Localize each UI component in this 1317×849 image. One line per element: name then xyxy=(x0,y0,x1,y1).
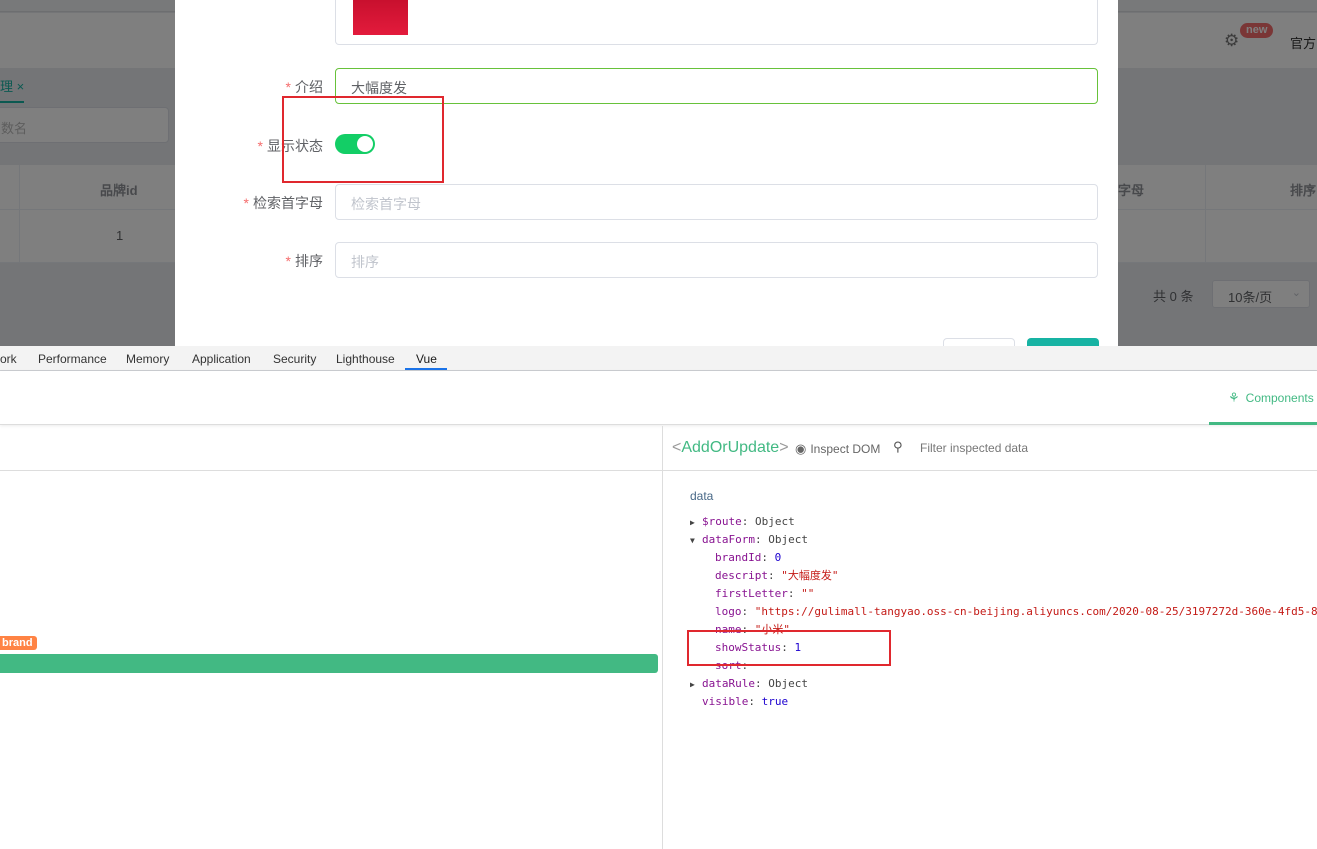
sort-input[interactable]: 排序 xyxy=(335,242,1098,278)
pane-splitter[interactable] xyxy=(662,426,663,849)
expand-arrow-icon[interactable]: ▶ xyxy=(690,676,702,694)
components-tab-underline xyxy=(1209,422,1317,425)
devtools-panel: ork Performance Memory Application Secur… xyxy=(0,346,1317,849)
tab-lighthouse[interactable]: Lighthouse xyxy=(336,352,395,366)
filter-input[interactable]: Filter inspected data xyxy=(920,441,1028,455)
active-tab-underline xyxy=(405,368,447,370)
inspector-header-divider xyxy=(663,470,1317,471)
tab-network[interactable]: ork xyxy=(0,352,17,366)
screen: ⚙ new 官方 理 × 数名 品牌id 字母 排序 1 共 0 条 10条/页… xyxy=(0,0,1317,849)
components-tab[interactable]: ⚘ Components xyxy=(1228,390,1314,406)
expand-arrow-icon[interactable]: ▶ xyxy=(690,514,702,532)
state-row: descript: "大幅度发" xyxy=(715,569,839,582)
inspected-component-name: <AddOrUpdate> xyxy=(672,439,789,456)
tree-header-divider xyxy=(0,470,662,471)
state-row: firstLetter: "" xyxy=(715,587,815,600)
highlight-box-show-status xyxy=(687,630,891,666)
descript-label: * 介绍 xyxy=(285,79,323,95)
tab-vue[interactable]: Vue xyxy=(416,352,437,366)
web-app-area: ⚙ new 官方 理 × 数名 品牌id 字母 排序 1 共 0 条 10条/页… xyxy=(0,0,1317,346)
logo-upload[interactable] xyxy=(335,0,1098,45)
logo-preview-image xyxy=(353,0,408,35)
tab-security[interactable]: Security xyxy=(273,352,316,366)
first-letter-label: * 检索首字母 xyxy=(243,195,323,211)
first-letter-input[interactable]: 检索首字母 xyxy=(335,184,1098,220)
state-row[interactable]: ▶ dataRule: Object xyxy=(690,675,808,694)
state-row[interactable]: ▼ dataForm: Object xyxy=(690,531,808,550)
confirm-button[interactable] xyxy=(1027,338,1099,346)
inspect-dom-button[interactable]: ◉ Inspect DOM xyxy=(795,441,880,457)
data-section-title: data xyxy=(690,489,714,503)
sort-label: * 排序 xyxy=(285,253,323,269)
first-letter-placeholder: 检索首字母 xyxy=(351,196,421,212)
tab-application[interactable]: Application xyxy=(192,352,251,366)
sort-placeholder: 排序 xyxy=(351,254,379,270)
tab-memory[interactable]: Memory xyxy=(126,352,169,366)
state-row[interactable]: ▶ $route: Object xyxy=(690,513,795,532)
vue-toolbar xyxy=(0,371,1317,425)
router-view-tag: brand xyxy=(0,636,37,650)
descript-value: 大幅度发 xyxy=(351,80,407,96)
eye-icon: ◉ xyxy=(795,441,807,456)
highlight-box-switch xyxy=(282,96,444,183)
components-icon: ⚘ xyxy=(1228,390,1240,405)
state-row: visible: true xyxy=(702,695,789,708)
state-row: logo: "https://gulimall-tangyao.oss-cn-b… xyxy=(715,605,1317,618)
tab-performance[interactable]: Performance xyxy=(38,352,107,366)
collapse-arrow-icon[interactable]: ▼ xyxy=(690,532,702,550)
search-icon: ⚲ xyxy=(893,439,903,454)
state-row: brandId: 0 xyxy=(715,551,782,564)
selected-component-row[interactable] xyxy=(0,654,658,673)
descript-input[interactable]: 大幅度发 xyxy=(335,68,1098,104)
cancel-button[interactable] xyxy=(943,338,1015,346)
